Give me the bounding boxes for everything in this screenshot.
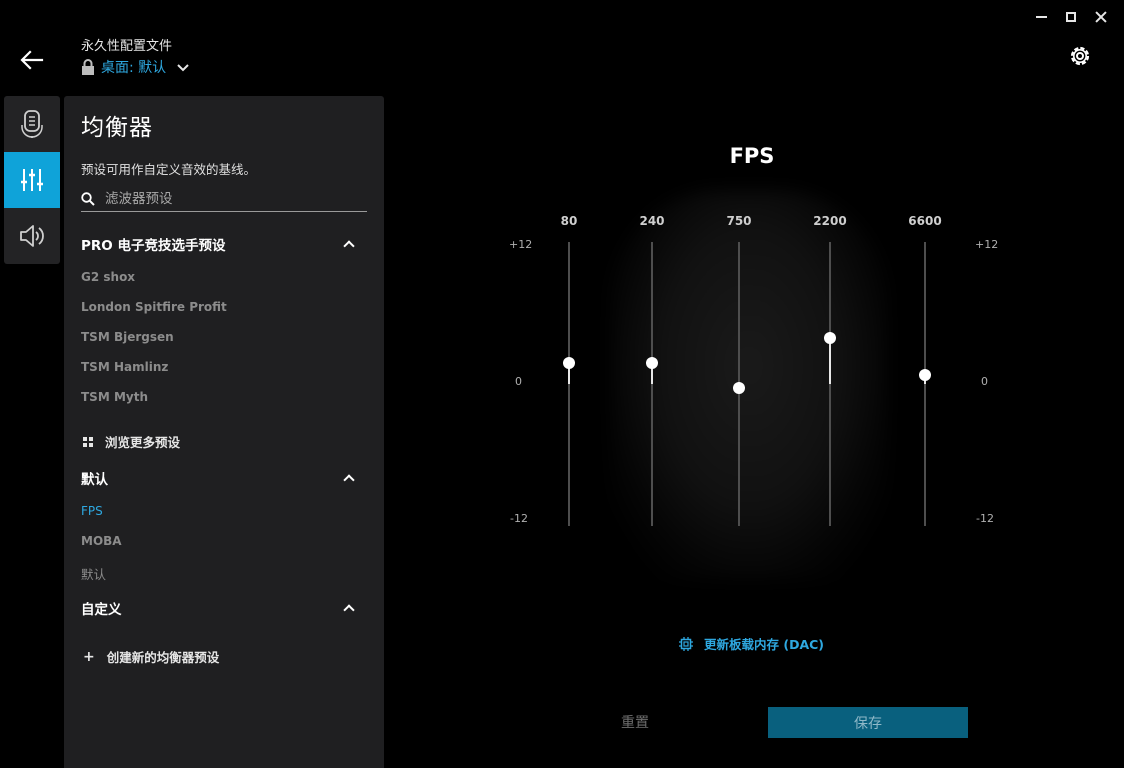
profile-name: 桌面: 默认 xyxy=(101,60,167,76)
arrow-left-icon xyxy=(20,50,44,70)
preset-item[interactable]: 默认 xyxy=(81,564,106,583)
eq-band-thumb[interactable] xyxy=(563,356,575,369)
eq-band-slider[interactable] xyxy=(919,242,931,526)
update-dac-button[interactable]: 更新板载内存 (DAC) xyxy=(678,634,824,653)
panel-title: 均衡器 xyxy=(81,115,153,141)
eq-preset-title: FPS xyxy=(729,144,775,168)
eq-band-slider[interactable] xyxy=(563,242,575,526)
maximize-button[interactable] xyxy=(1056,8,1086,26)
dac-label: 更新板载内存 (DAC) xyxy=(704,637,825,652)
tab-equalizer[interactable] xyxy=(4,152,60,208)
app-window: 永久性配置文件 桌面: 默认 均衡器 预设可用作自定义音效的基线。 滤波器预设 … xyxy=(0,0,1124,768)
browse-label: 浏览更多预设 xyxy=(105,435,181,450)
save-button[interactable]: 保存 xyxy=(768,707,968,738)
eq-frequency-label: 80 xyxy=(560,214,578,228)
reset-button[interactable]: 重置 xyxy=(585,707,685,737)
section-label: 自定义 xyxy=(81,602,122,618)
preset-item[interactable]: MOBA xyxy=(81,534,122,548)
create-label: 创建新的均衡器预设 xyxy=(106,650,220,665)
create-preset-button[interactable]: + 创建新的均衡器预设 xyxy=(83,647,219,666)
chevron-up-icon xyxy=(343,240,355,252)
preset-item-active[interactable]: FPS xyxy=(81,504,103,518)
minimize-button[interactable] xyxy=(1026,8,1056,26)
eq-band-slider[interactable] xyxy=(733,242,745,526)
section-header-custom[interactable]: 自定义 xyxy=(81,597,367,619)
eq-band-thumb[interactable] xyxy=(919,368,931,381)
preset-item[interactable]: G2 shox xyxy=(81,270,135,284)
scale-mid-right: 0 xyxy=(981,375,988,388)
scale-bottom-right: -12 xyxy=(976,512,994,525)
device-tab-strip xyxy=(4,96,60,264)
panel-description: 预设可用作自定义音效的基线。 xyxy=(81,162,257,177)
tab-microphone[interactable] xyxy=(4,96,60,152)
eq-band-thumb[interactable] xyxy=(733,381,745,394)
preset-search xyxy=(81,186,367,212)
close-icon xyxy=(1095,11,1107,23)
chip-icon xyxy=(679,636,693,651)
section-label: PRO 电子竞技选手预设 xyxy=(81,238,226,254)
lock-icon xyxy=(82,59,94,75)
presets-panel: 均衡器 预设可用作自定义音效的基线。 PRO 电子竞技选手预设 G2 shox … xyxy=(64,96,384,768)
search-icon xyxy=(81,191,95,206)
scale-top-right: +12 xyxy=(975,238,999,251)
preset-item[interactable]: TSM Bjergsen xyxy=(81,330,174,344)
scale-bottom-left: -12 xyxy=(510,512,528,525)
section-header-default[interactable]: 默认 xyxy=(81,467,367,489)
minimize-icon xyxy=(1035,16,1047,18)
eq-frequency-label: 2200 xyxy=(813,214,847,228)
maximize-icon xyxy=(1066,12,1076,22)
chevron-down-icon xyxy=(177,64,189,72)
eq-frequency-label: 6600 xyxy=(908,214,942,228)
eq-band-fill xyxy=(829,337,831,384)
eq-band-slider[interactable] xyxy=(824,242,836,526)
search-input[interactable] xyxy=(105,190,355,207)
profile-dropdown[interactable]: 桌面: 默认 xyxy=(81,57,190,77)
eq-band-thumb[interactable] xyxy=(646,356,658,369)
eq-frequency-label: 240 xyxy=(639,214,665,228)
speaker-icon xyxy=(20,225,44,247)
grid-icon xyxy=(83,436,93,447)
chevron-up-icon xyxy=(343,604,355,616)
equalizer-icon xyxy=(21,169,43,191)
eq-band-thumb[interactable] xyxy=(824,331,836,344)
window-controls xyxy=(1026,8,1116,26)
tab-speaker[interactable] xyxy=(4,208,60,264)
section-header-pro[interactable]: PRO 电子竞技选手预设 xyxy=(81,233,367,255)
browse-presets-link[interactable]: 浏览更多预设 xyxy=(83,432,180,451)
plus-icon: + xyxy=(83,648,95,665)
microphone-icon xyxy=(21,110,43,138)
back-button[interactable] xyxy=(18,46,46,74)
eq-band-slider[interactable] xyxy=(646,242,658,526)
gear-icon xyxy=(1070,46,1090,66)
settings-button[interactable] xyxy=(1066,42,1094,70)
preset-item[interactable]: TSM Hamlinz xyxy=(81,360,168,374)
close-button[interactable] xyxy=(1086,8,1116,26)
preset-item[interactable]: London Spitfire Profit xyxy=(81,300,227,314)
chevron-up-icon xyxy=(343,474,355,486)
eq-frequency-label: 750 xyxy=(726,214,752,228)
scale-top-left: +12 xyxy=(509,238,533,251)
section-label: 默认 xyxy=(81,472,108,488)
profile-label: 永久性配置文件 xyxy=(81,39,173,54)
scale-mid-left: 0 xyxy=(515,375,522,388)
preset-item[interactable]: TSM Myth xyxy=(81,390,148,404)
